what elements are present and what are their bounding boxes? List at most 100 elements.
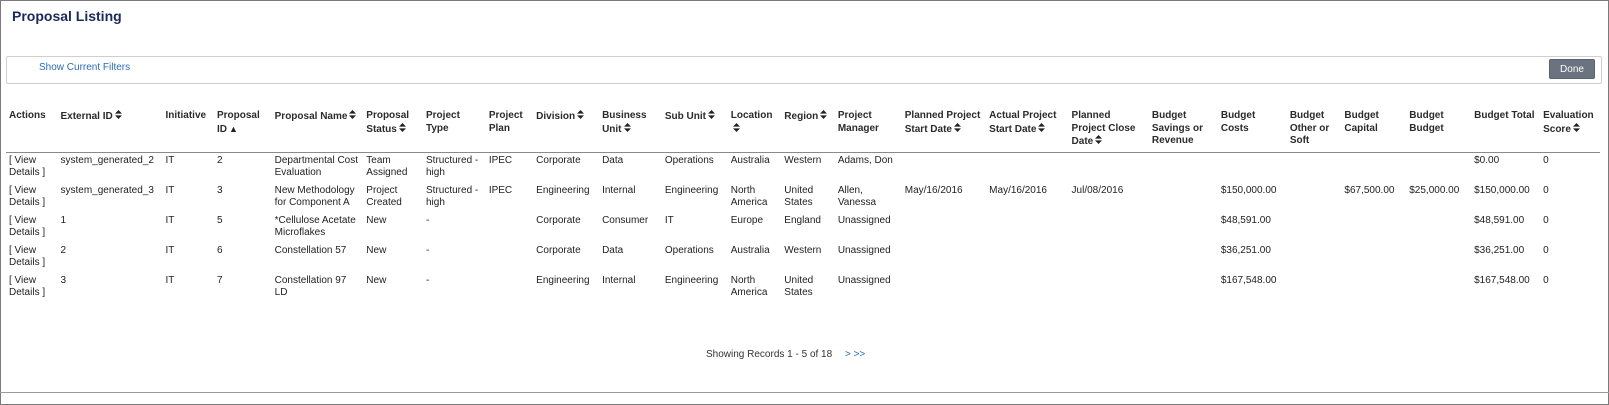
table-cell xyxy=(1149,213,1218,243)
table-cell xyxy=(902,273,986,303)
done-button[interactable]: Done xyxy=(1549,59,1595,79)
records-summary: Showing Records 1 - 5 of 18 xyxy=(706,349,833,360)
table-cell: Western xyxy=(784,244,822,256)
table-cell: 5 xyxy=(216,214,223,226)
sort-both-icon[interactable] xyxy=(707,110,715,123)
table-cell: $36,251.00 xyxy=(1220,244,1271,256)
column-header[interactable]: Planned Project Close Date xyxy=(1068,110,1149,153)
sort-both-icon[interactable] xyxy=(954,122,961,136)
column-header[interactable]: Location xyxy=(727,110,782,153)
sort-both-icon[interactable] xyxy=(1038,122,1046,136)
column-header-label: Actual Project Start Date xyxy=(989,110,1057,135)
next-page-link[interactable]: > >> xyxy=(845,349,865,360)
column-header-label: Budget Capital xyxy=(1344,110,1379,134)
column-header[interactable]: Planned Project Start Date xyxy=(901,110,987,153)
table-row: [ View Details ] 1 IT 5 *Cellulose Acetate M… xyxy=(6,213,1600,243)
table-cell: 3 xyxy=(216,184,223,196)
table-cell xyxy=(986,243,1068,273)
column-header[interactable]: Region xyxy=(781,110,835,153)
table-cell: 2 xyxy=(216,154,223,166)
table-cell xyxy=(1149,183,1218,213)
table-cell: Structured - high xyxy=(426,184,479,209)
column-header-label: Proposal Name xyxy=(274,111,348,122)
table-cell: $48,591.00 xyxy=(1474,214,1525,226)
page-title: Proposal Listing xyxy=(12,8,122,24)
table-cell: North America xyxy=(730,274,768,299)
column-header[interactable]: Division xyxy=(533,110,600,153)
column-header-label: Planned Project Start Date xyxy=(904,110,981,135)
column-header[interactable]: External ID xyxy=(57,110,163,153)
table-cell: $67,500.00 xyxy=(1344,184,1395,196)
view-details-link[interactable]: [ View Details ] xyxy=(6,243,57,273)
column-header: Project Manager xyxy=(834,110,902,153)
column-header[interactable]: Actual Project Start Date xyxy=(986,110,1069,153)
table-cell: system_generated_3 xyxy=(60,184,154,196)
table-cell: Allen, Vanessa xyxy=(837,184,877,209)
view-details-link[interactable]: [ View Details ] xyxy=(6,273,57,303)
column-header: Budget Costs xyxy=(1217,110,1287,153)
column-header-label: Budget Savings or Revenue xyxy=(1151,110,1203,146)
table-cell xyxy=(1406,152,1471,183)
view-details-link[interactable]: [ View Details ] xyxy=(6,152,57,183)
table-cell xyxy=(1069,243,1149,273)
sort-both-icon[interactable] xyxy=(398,122,406,136)
sort-both-icon[interactable] xyxy=(1572,122,1580,136)
table-cell: Constellation 97 LD xyxy=(274,274,347,299)
column-header-label: Project Manager xyxy=(837,110,879,134)
table-cell xyxy=(986,213,1068,243)
table-cell: United States xyxy=(784,274,814,299)
table-cell: New xyxy=(366,214,387,226)
table-cell xyxy=(902,213,986,243)
table-cell: New Methodology for Component A xyxy=(274,184,355,209)
column-header-label: Initiative xyxy=(165,110,207,121)
table-cell: 2 xyxy=(60,244,67,256)
table-cell: England xyxy=(784,214,821,226)
table-cell: Constellation 57 xyxy=(274,244,347,256)
sort-both-icon[interactable] xyxy=(1095,135,1103,148)
table-cell: Internal xyxy=(602,274,636,286)
sort-both-icon[interactable] xyxy=(114,110,122,123)
table-cell: IT xyxy=(664,214,674,226)
column-header-label: Proposal ID xyxy=(216,110,260,135)
table-cell: New xyxy=(366,244,387,256)
table-cell: Jul/08/2016 xyxy=(1071,184,1124,196)
sort-ascending-icon[interactable]: ▲ xyxy=(229,123,238,136)
table-cell: 6 xyxy=(216,244,223,256)
table-cell: Corporate xyxy=(536,214,581,226)
sort-both-icon[interactable] xyxy=(577,110,585,123)
column-header: Project Plan xyxy=(485,110,534,153)
column-header: Initiative xyxy=(162,110,214,153)
table-cell xyxy=(1287,213,1342,243)
sort-both-icon[interactable] xyxy=(623,122,631,136)
column-header[interactable]: Proposal Status xyxy=(363,110,423,153)
table-cell: Unassigned xyxy=(837,274,891,286)
column-header: Budget Other or Soft xyxy=(1286,110,1342,153)
table-cell xyxy=(1341,213,1406,243)
table-cell xyxy=(1287,152,1342,183)
table-cell: $150,000.00 xyxy=(1220,184,1277,196)
table-cell xyxy=(902,152,986,183)
table-cell: Corporate xyxy=(536,244,581,256)
column-header: Budget Capital xyxy=(1341,110,1407,153)
table-cell: 0 xyxy=(1543,214,1549,226)
table-cell xyxy=(1341,152,1406,183)
column-header: Budget Savings or Revenue xyxy=(1148,110,1218,153)
table-cell xyxy=(1406,243,1471,273)
column-header[interactable]: Business Unit xyxy=(599,110,662,153)
column-header[interactable]: Proposal Name xyxy=(271,110,364,153)
view-details-link[interactable]: [ View Details ] xyxy=(6,213,57,243)
table-cell: IT xyxy=(165,244,175,256)
show-current-filters-link[interactable]: Show Current Filters xyxy=(39,62,130,73)
column-header[interactable]: Evaluation Score xyxy=(1540,110,1600,153)
table-body: [ View Details ] system_generated_2 IT 2 Dep… xyxy=(6,152,1600,303)
view-details-link[interactable]: [ View Details ] xyxy=(6,183,57,213)
table-cell xyxy=(486,273,533,303)
sort-both-icon[interactable] xyxy=(820,110,828,123)
table-row: [ View Details ] 2 IT 6 Constellation 57 New -… xyxy=(6,243,1600,273)
sort-both-icon[interactable] xyxy=(349,110,357,123)
table-cell xyxy=(1149,273,1218,303)
sort-both-icon[interactable] xyxy=(732,122,740,136)
column-header[interactable]: Sub Unit xyxy=(661,110,728,153)
column-header[interactable]: Proposal ID ▲ xyxy=(213,110,272,153)
table-cell: Australia xyxy=(730,154,770,166)
